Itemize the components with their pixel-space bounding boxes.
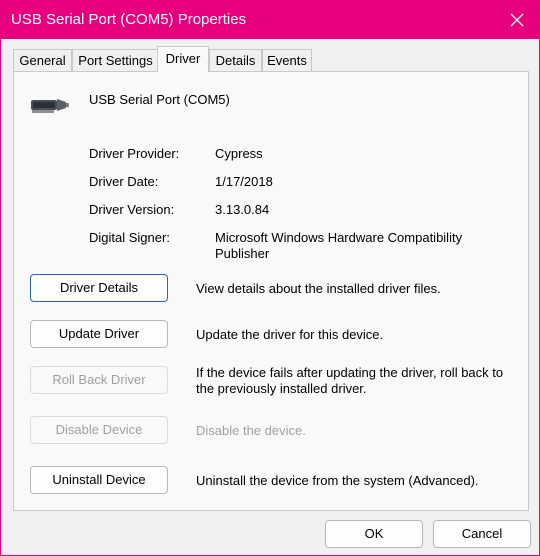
roll-back-driver-description: If the device fails after updating the d… — [196, 365, 504, 396]
uninstall-device-button[interactable]: Uninstall Device — [30, 466, 168, 494]
driver-provider-label: Driver Provider: — [89, 146, 180, 161]
window-title: USB Serial Port (COM5) Properties — [11, 11, 247, 28]
cancel-button[interactable]: Cancel — [433, 520, 531, 548]
update-driver-button[interactable]: Update Driver — [30, 320, 168, 348]
driver-panel: USB Serial Port (COM5) Driver Provider: … — [13, 71, 529, 511]
tab-general[interactable]: General — [13, 49, 72, 71]
roll-back-driver-button[interactable]: Roll Back Driver — [30, 366, 168, 394]
driver-version-label: Driver Version: — [89, 202, 175, 217]
close-icon — [510, 13, 524, 27]
properties-dialog: USB Serial Port (COM5) Properties Genera… — [0, 0, 540, 556]
driver-version-value: 3.13.0.84 — [215, 202, 270, 217]
serial-port-connector-icon — [31, 99, 69, 113]
tab-port-settings[interactable]: Port Settings — [72, 49, 159, 71]
update-driver-description: Update the driver for this device. — [196, 327, 384, 342]
ok-button[interactable]: OK — [325, 520, 423, 548]
title-bar: USB Serial Port (COM5) Properties — [1, 1, 539, 39]
driver-details-description: View details about the installed driver … — [196, 281, 441, 296]
tab-events[interactable]: Events — [262, 49, 312, 71]
digital-signer-label: Digital Signer: — [89, 230, 170, 245]
disable-device-button[interactable]: Disable Device — [30, 416, 168, 444]
close-button[interactable] — [495, 1, 539, 39]
driver-date-label: Driver Date: — [89, 174, 159, 189]
driver-date-value: 1/17/2018 — [215, 174, 273, 189]
tab-details[interactable]: Details — [209, 49, 262, 71]
tab-driver[interactable]: Driver — [157, 46, 209, 72]
device-name: USB Serial Port (COM5) — [89, 92, 230, 107]
disable-device-description: Disable the device. — [196, 423, 306, 438]
driver-details-button[interactable]: Driver Details — [30, 274, 168, 302]
digital-signer-value: Microsoft Windows Hardware Compatibility… — [215, 230, 463, 261]
uninstall-device-description: Uninstall the device from the system (Ad… — [196, 473, 479, 488]
driver-provider-value: Cypress — [215, 146, 263, 161]
